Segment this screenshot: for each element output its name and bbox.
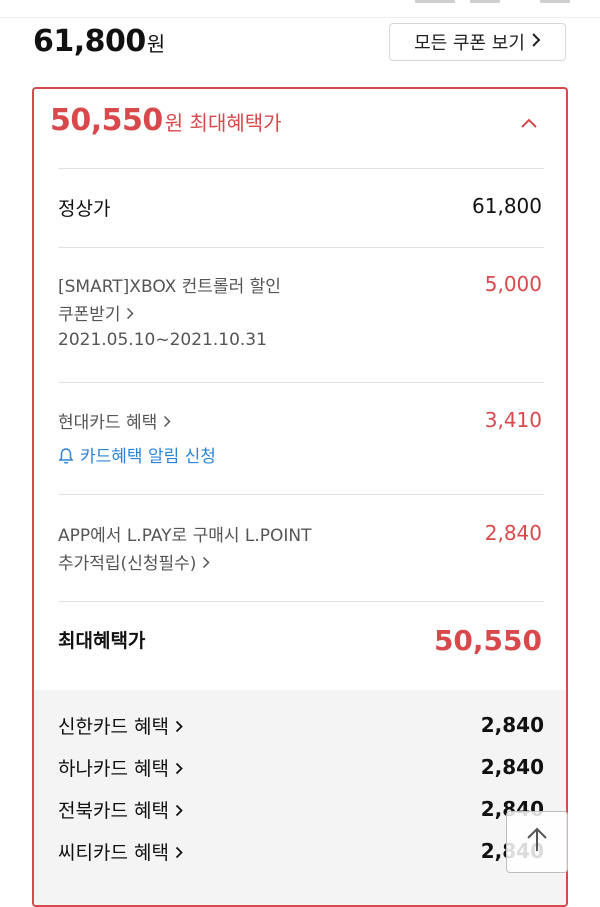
benefit-panel: 50,550 원 최대혜택가 정상가 61,800 [SMART]XBOX 컨트… <box>32 87 568 907</box>
max-benefit-price: 50,550 <box>50 103 163 138</box>
hyundai-card-value: 3,410 <box>484 408 542 432</box>
total-benefit-value: 50,550 <box>433 624 542 657</box>
divider <box>58 247 544 248</box>
chevron-right-icon <box>175 842 183 864</box>
lpay-link[interactable]: 추가적립(신청필수) <box>58 549 210 574</box>
lpay-value: 2,840 <box>484 521 542 545</box>
top-bar-remnant <box>415 0 455 3</box>
product-price: 61,800 원 <box>33 24 165 64</box>
coupon-link[interactable]: 쿠폰받기 <box>58 300 134 325</box>
price-value: 61,800 <box>33 24 146 59</box>
top-divider <box>0 17 600 18</box>
card-benefit-label: 전북카드 혜택 <box>58 799 169 822</box>
chevron-right-icon <box>126 305 134 325</box>
benefit-header: 50,550 원 최대혜택가 <box>50 103 282 138</box>
coupon-value: 5,000 <box>484 272 542 296</box>
chevron-right-icon <box>175 758 183 780</box>
chevron-right-icon <box>202 554 210 574</box>
lpay-line-2: 추가적립(신청필수) <box>58 554 197 574</box>
all-coupons-button[interactable]: 모든 쿠폰 보기 <box>389 23 566 61</box>
coupon-link-label: 쿠폰받기 <box>58 305 121 325</box>
card-benefit-row[interactable]: 신한카드 혜택 2,840 <box>58 710 544 740</box>
card-benefit-label: 하나카드 혜택 <box>58 757 169 780</box>
card-benefit-row[interactable]: 씨티카드 혜택 2,840 <box>58 836 544 866</box>
top-bar-remnant <box>470 0 500 3</box>
divider <box>58 601 544 602</box>
regular-price-value: 61,800 <box>472 194 542 218</box>
chevron-right-icon <box>175 800 183 822</box>
bell-icon <box>58 447 74 470</box>
hyundai-card-link[interactable]: 현대카드 혜택 <box>58 408 171 433</box>
card-benefit-value: 2,840 <box>480 755 544 779</box>
divider <box>58 494 544 495</box>
card-benefit-label: 신한카드 혜택 <box>58 715 169 738</box>
all-coupons-label: 모든 쿠폰 보기 <box>414 33 525 54</box>
card-benefit-label: 씨티카드 혜택 <box>58 841 169 864</box>
divider <box>58 382 544 383</box>
top-bar-remnant <box>540 0 570 3</box>
coupon-title: [SMART]XBOX 컨트롤러 할인 <box>58 277 281 297</box>
card-benefit-value: 2,840 <box>480 713 544 737</box>
lpay-line-1: APP에서 L.PAY로 구매시 L.POINT <box>58 526 312 546</box>
arrow-up-icon <box>526 827 548 857</box>
chevron-right-icon <box>163 413 171 433</box>
card-benefit-row[interactable]: 하나카드 혜택 2,840 <box>58 752 544 782</box>
card-benefit-row[interactable]: 전북카드 혜택 2,840 <box>58 794 544 824</box>
regular-price-label: 정상가 <box>58 198 111 220</box>
divider <box>58 168 544 169</box>
card-alert-link[interactable]: 카드혜택 알림 신청 <box>58 442 216 470</box>
chevron-up-icon[interactable] <box>520 115 538 133</box>
scroll-top-button[interactable] <box>506 811 568 873</box>
max-benefit-label: 원 최대혜택가 <box>164 111 282 135</box>
coupon-period: 2021.05.10~2021.10.31 <box>58 330 267 350</box>
chevron-right-icon <box>175 716 183 738</box>
card-benefits-list: 신한카드 혜택 2,840 하나카드 혜택 2,840 전북카드 혜택 2,84… <box>34 690 566 905</box>
chevron-right-icon <box>531 32 541 53</box>
price-unit: 원 <box>146 32 166 56</box>
total-benefit-label: 최대혜택가 <box>58 630 146 652</box>
card-alert-label: 카드혜택 알림 신청 <box>80 447 216 467</box>
hyundai-card-label: 현대카드 혜택 <box>58 413 158 433</box>
